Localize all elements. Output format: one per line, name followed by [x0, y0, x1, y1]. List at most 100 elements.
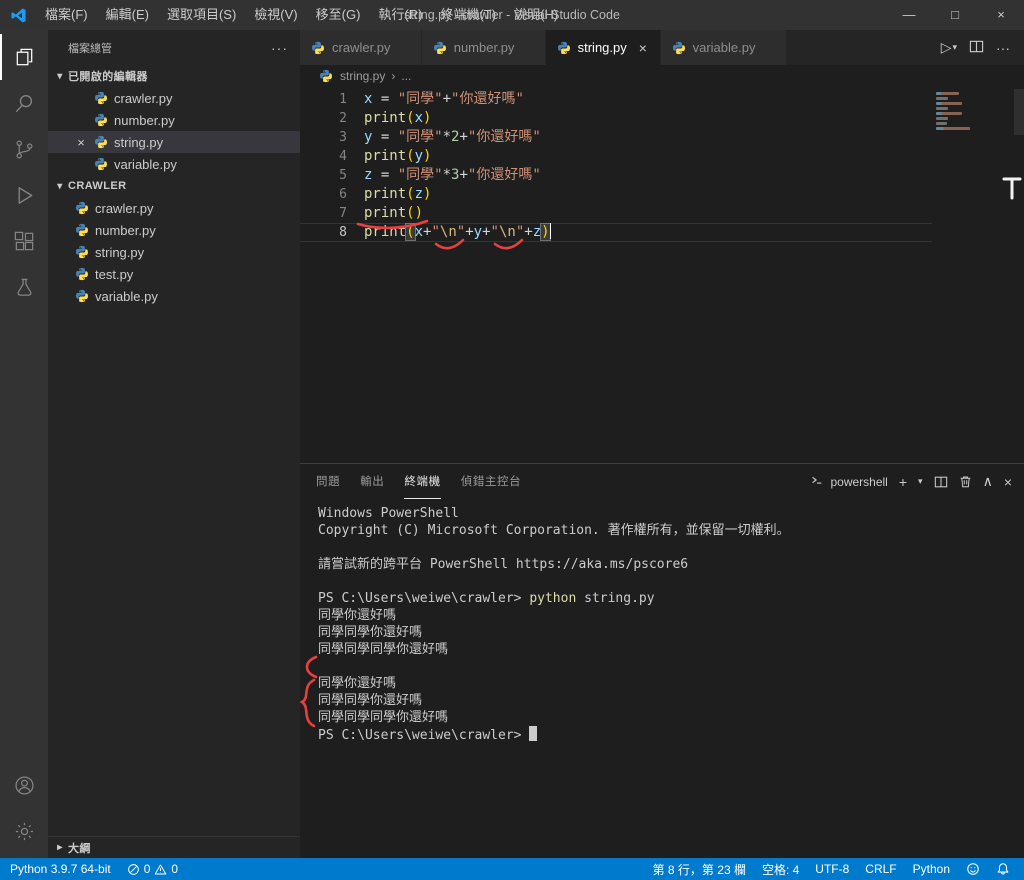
- panel-tab[interactable]: 終端機: [404, 464, 441, 499]
- python-file-icon: [74, 266, 90, 282]
- minimap[interactable]: [936, 92, 1010, 132]
- panel-tab[interactable]: 問題: [316, 464, 340, 499]
- terminal-line: PS C:\Users\weiwe\crawler>: [318, 726, 1024, 743]
- eol-status[interactable]: CRLF: [857, 858, 904, 880]
- outline-section-header[interactable]: ▸ 大綱: [48, 836, 300, 858]
- open-editor-item[interactable]: ×crawler.py: [48, 87, 300, 109]
- file-name: test.py: [95, 266, 134, 282]
- folder-section-header[interactable]: ▾ CRAWLER: [48, 175, 300, 197]
- minimap-line: [936, 122, 947, 125]
- editor-more-actions-icon[interactable]: ···: [996, 40, 1010, 56]
- editor-tab[interactable]: variable.py×: [660, 30, 787, 65]
- terminal-line: 同學你還好嗎: [318, 608, 397, 623]
- run-python-file-button[interactable]: ▷▾: [941, 39, 957, 56]
- menu-item[interactable]: 檢視(V): [245, 0, 306, 30]
- run-dropdown-chevron-icon[interactable]: ▾: [952, 42, 957, 52]
- close-panel-button[interactable]: ×: [1004, 474, 1012, 490]
- close-icon[interactable]: ×: [74, 135, 88, 150]
- terminal-dropdown-chevron-icon[interactable]: ▾: [918, 476, 923, 487]
- terminal-profile-select[interactable]: powershell: [810, 473, 888, 490]
- file-tree-item[interactable]: number.py: [48, 219, 300, 241]
- menu-item[interactable]: 移至(G): [307, 0, 370, 30]
- editor-tab[interactable]: crawler.py×: [300, 30, 422, 65]
- code-text: print(x+"\n"+y+"\n"+z): [364, 223, 552, 240]
- minimap-slider[interactable]: [1014, 89, 1024, 135]
- terminal-line: 同學同學你還好嗎: [318, 693, 423, 708]
- sidebar-more-actions-icon[interactable]: ···: [271, 40, 288, 56]
- sidebar-empty-space: [48, 307, 300, 836]
- breadcrumb[interactable]: string.py › ...: [300, 65, 1024, 87]
- python-file-icon: [74, 222, 90, 238]
- minimap-line: [936, 112, 962, 115]
- indentation-status[interactable]: 空格: 4: [754, 858, 807, 880]
- code-text: print(x): [364, 110, 432, 126]
- file-tree-item[interactable]: string.py: [48, 241, 300, 263]
- open-editor-item[interactable]: × string.py: [48, 131, 300, 153]
- menu-item[interactable]: 選取項目(S): [158, 0, 245, 30]
- file-tree-item[interactable]: variable.py: [48, 285, 300, 307]
- code-editor[interactable]: 1 x = "同學"+"你還好嗎" 2 print(x) 3 y = "同學"*2+"你還…: [300, 87, 1024, 463]
- split-editor-button[interactable]: [969, 39, 984, 57]
- file-name: number.py: [114, 112, 175, 128]
- line-number: 8: [339, 225, 347, 240]
- python-interpreter-status[interactable]: Python 3.9.7 64-bit: [2, 858, 119, 880]
- split-terminal-button[interactable]: [934, 475, 948, 489]
- testing-icon[interactable]: [0, 264, 48, 310]
- new-terminal-button[interactable]: +: [899, 474, 907, 490]
- menu-item[interactable]: 檔案(F): [36, 0, 97, 30]
- breadcrumb-symbol[interactable]: ...: [401, 69, 411, 83]
- vscode-window: 檔案(F) 編輯(E) 選取項目(S) 檢視(V) 移至(G) 執行(R) 終端機(T) 說明…: [0, 0, 1024, 880]
- extensions-icon[interactable]: [0, 218, 48, 264]
- outline-label: 大綱: [68, 842, 91, 855]
- run-debug-icon[interactable]: [0, 172, 48, 218]
- ink-brace-output-group: [300, 678, 316, 728]
- open-editors-label: 已開啟的編輯器: [68, 71, 148, 83]
- file-tree-item[interactable]: test.py: [48, 263, 300, 285]
- feedback-smiley-icon[interactable]: [958, 858, 988, 880]
- maximize-panel-button[interactable]: ∧: [983, 473, 993, 490]
- editor-group: crawler.py×number.py×string.py×variable.…: [300, 30, 1024, 859]
- settings-icon[interactable]: [0, 808, 48, 854]
- search-icon[interactable]: [0, 80, 48, 126]
- panel-tab[interactable]: 輸出: [360, 464, 384, 499]
- account-icon[interactable]: [0, 762, 48, 808]
- problems-status[interactable]: 0 0: [119, 858, 186, 880]
- breadcrumb-file[interactable]: string.py: [340, 69, 385, 83]
- cursor-position-status[interactable]: 第 8 行，第 23 欄: [645, 858, 754, 880]
- tab-label: variable.py: [692, 40, 756, 55]
- terminal-output: Windows PowerShell Copyright (C) Microsof…: [318, 505, 1024, 743]
- source-control-icon[interactable]: [0, 126, 48, 172]
- line-number: 6: [339, 187, 347, 202]
- editor-tab[interactable]: number.py×: [421, 30, 546, 65]
- minimize-button[interactable]: —: [886, 0, 932, 30]
- menu-item[interactable]: 編輯(E): [97, 0, 158, 30]
- file-tree-item[interactable]: crawler.py: [48, 197, 300, 219]
- open-editor-item[interactable]: ×variable.py: [48, 153, 300, 175]
- notifications-bell-icon[interactable]: [988, 858, 1018, 880]
- terminal[interactable]: Windows PowerShell Copyright (C) Microsof…: [300, 499, 1024, 859]
- error-icon: [127, 863, 140, 876]
- encoding-status[interactable]: UTF-8: [807, 858, 857, 880]
- language-mode-status[interactable]: Python: [905, 858, 958, 880]
- file-name: variable.py: [95, 288, 158, 304]
- file-name: crawler.py: [95, 200, 154, 216]
- close-button[interactable]: ×: [978, 0, 1024, 30]
- chevron-right-icon: ▸: [57, 842, 63, 853]
- file-name: number.py: [95, 222, 156, 238]
- tab-close-icon[interactable]: ×: [639, 40, 647, 56]
- terminal-profile-label: powershell: [830, 474, 888, 489]
- kill-terminal-button[interactable]: [959, 475, 972, 488]
- code-line: 2 print(x): [300, 109, 932, 128]
- editor-tab[interactable]: string.py ×: [545, 30, 661, 65]
- panel-header: 問題 輸出 終端機 偵錯主控台 powershell + ▾ ∧ ×: [300, 464, 1024, 499]
- explorer-icon[interactable]: [0, 34, 48, 80]
- breadcrumb-separator-icon: ›: [391, 69, 396, 83]
- open-editor-item[interactable]: ×number.py: [48, 109, 300, 131]
- maximize-button[interactable]: □: [932, 0, 978, 30]
- panel-tab[interactable]: 偵錯主控台: [461, 464, 522, 499]
- open-editors-header[interactable]: ▾ 已開啟的編輯器: [48, 65, 300, 87]
- bottom-panel: 問題 輸出 終端機 偵錯主控台 powershell + ▾ ∧ × Windo…: [300, 463, 1024, 859]
- code-text: y = "同學"*2+"你還好嗎": [364, 129, 541, 145]
- ink-white-t-mark: [1002, 177, 1022, 200]
- code-text: z = "同學"*3+"你還好嗎": [364, 167, 541, 183]
